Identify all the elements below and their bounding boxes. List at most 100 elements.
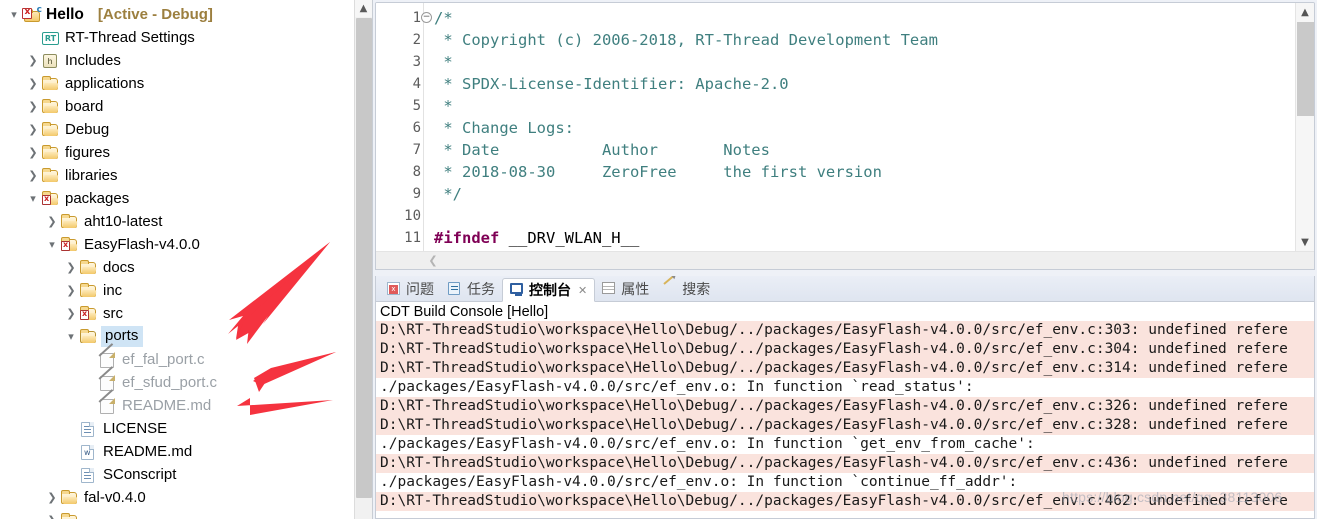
console-error-line[interactable]: D:\RT-ThreadStudio\workspace\Hello\Debug… xyxy=(376,340,1314,359)
chevron-right-icon[interactable]: ❯ xyxy=(25,124,41,135)
chevron-right-icon[interactable]: ❯ xyxy=(25,170,41,181)
line-number-text: 10 xyxy=(404,208,421,224)
console-line[interactable]: ./packages/EasyFlash-v4.0.0/src/ef_env.o… xyxy=(376,473,1314,492)
chevron-right-icon[interactable]: ❯ xyxy=(25,55,41,66)
tree-item-easyflash-v4-0-0[interactable]: ▾ EasyFlash-v4.0.0 xyxy=(0,233,348,256)
code-line[interactable]: * xyxy=(434,95,1295,117)
tree-item-label: Includes xyxy=(65,51,121,69)
tree-item-src[interactable]: ❯ src xyxy=(0,302,348,325)
tree-item-hello[interactable]: ▾cHello [Active - Debug] xyxy=(0,3,348,26)
code-line[interactable]: * Copyright (c) 2006-2018, RT-Thread Dev… xyxy=(434,29,1295,51)
chevron-down-icon[interactable]: ▾ xyxy=(63,331,79,342)
chevron-right-icon[interactable]: ❯ xyxy=(25,101,41,112)
tree-item-debug[interactable]: ❯ Debug xyxy=(0,118,348,141)
chevron-right-icon[interactable]: ❯ xyxy=(44,492,60,503)
console-error-line[interactable]: D:\RT-ThreadStudio\workspace\Hello\Debug… xyxy=(376,492,1314,511)
console-error-line[interactable]: D:\RT-ThreadStudio\workspace\Hello\Debug… xyxy=(376,454,1314,473)
line-number-text: 9 xyxy=(412,186,421,202)
tree-item-readme-md[interactable]: w README.md xyxy=(0,440,348,463)
chevron-down-icon[interactable]: ▾ xyxy=(44,239,60,250)
tree-item-ef-fal-port-c[interactable]: ef_fal_port.c xyxy=(0,348,348,371)
tree-item-includes[interactable]: ❯ h Includes xyxy=(0,49,348,72)
chevron-right-icon[interactable]: ❯ xyxy=(63,262,79,273)
tab-console[interactable]: 控制台 ✕ xyxy=(502,278,596,302)
explorer-scrollbar[interactable]: ▲ xyxy=(354,0,372,519)
console-error-line[interactable]: D:\RT-ThreadStudio\workspace\Hello\Debug… xyxy=(376,397,1314,416)
code-line[interactable]: * SPDX-License-Identifier: Apache-2.0 xyxy=(434,73,1295,95)
chevron-down-icon[interactable]: ▾ xyxy=(6,9,22,20)
bottom-view-panel[interactable]: 问题 任务 控制台 ✕ 属性 搜索 CDT Build Console [Hello] D… xyxy=(375,276,1315,519)
tree-item-figures[interactable]: ❯ figures xyxy=(0,141,348,164)
tree-item-row-22[interactable]: ❯ xyxy=(0,509,348,519)
editor-code-area[interactable]: /* * Copyright (c) 2006-2018, RT-Thread … xyxy=(424,3,1295,251)
folder-icon xyxy=(42,121,58,136)
code-line[interactable] xyxy=(434,205,1295,227)
tree-item-applications[interactable]: ❯ applications xyxy=(0,72,348,95)
bottom-view-tabbar[interactable]: 问题 任务 控制台 ✕ 属性 搜索 xyxy=(376,276,1314,302)
tree-item-ef-sfud-port-c[interactable]: ef_sfud_port.c xyxy=(0,371,348,394)
search-icon xyxy=(663,276,678,296)
chevron-right-icon[interactable]: ❯ xyxy=(63,285,79,296)
chevron-down-icon[interactable]: ▾ xyxy=(25,193,41,204)
chevron-right-icon[interactable]: ❯ xyxy=(44,216,60,227)
chevron-right-icon[interactable]: ❯ xyxy=(44,515,60,519)
code-line[interactable]: /* xyxy=(434,7,1295,29)
tab-properties[interactable]: 属性 xyxy=(595,277,656,301)
scroll-up-icon[interactable]: ▲ xyxy=(355,0,372,17)
project-tree[interactable]: ▾cHello[Active - Debug]RTRT-Thread Setti… xyxy=(0,0,348,519)
console-error-line[interactable]: D:\RT-ThreadStudio\workspace\Hello\Debug… xyxy=(376,359,1314,378)
console-icon xyxy=(510,283,525,297)
tree-item-ports[interactable]: ▾ ports xyxy=(0,325,348,348)
tree-item-docs[interactable]: ❯ docs xyxy=(0,256,348,279)
editor-scroll-down-icon[interactable]: ▼ xyxy=(1296,233,1314,251)
editor-vertical-scrollbar[interactable]: ▲ ▼ xyxy=(1295,3,1314,251)
folder-source-icon xyxy=(79,328,99,346)
folder-package-icon xyxy=(41,190,61,208)
tree-item-aht10-latest[interactable]: ❯ aht10-latest xyxy=(0,210,348,233)
tree-item-packages[interactable]: ▾ packages xyxy=(0,187,348,210)
line-number: 5 xyxy=(376,95,423,117)
tree-item-label: RT-Thread Settings xyxy=(65,28,195,46)
tree-item-fal-v0-4-0[interactable]: ❯ fal-v0.4.0 xyxy=(0,486,348,509)
tab-problems[interactable]: 问题 xyxy=(380,277,441,301)
tree-item-libraries[interactable]: ❯ libraries xyxy=(0,164,348,187)
tree-item-inc[interactable]: ❯ inc xyxy=(0,279,348,302)
tree-item-label: src xyxy=(103,304,123,322)
chevron-right-icon[interactable]: ❯ xyxy=(63,308,79,319)
code-line[interactable]: */ xyxy=(434,183,1295,205)
console-line[interactable]: ./packages/EasyFlash-v4.0.0/src/ef_env.o… xyxy=(376,435,1314,454)
editor-scroll-thumb[interactable] xyxy=(1297,22,1314,116)
tree-item-license[interactable]: LICENSE xyxy=(0,417,348,440)
console-error-line[interactable]: D:\RT-ThreadStudio\workspace\Hello\Debug… xyxy=(376,321,1314,340)
console-line[interactable]: ./packages/EasyFlash-v4.0.0/src/ef_env.o… xyxy=(376,378,1314,397)
code-editor[interactable]: 1−2 3 4 5 6 7 8 9 10 11 /* * Copyright (c) 2006-2… xyxy=(376,3,1295,251)
tab-tasks[interactable]: 任务 xyxy=(441,277,502,301)
console-output[interactable]: D:\RT-ThreadStudio\workspace\Hello\Debug… xyxy=(376,321,1314,518)
editor-horizontal-scrollbar[interactable]: ❮ xyxy=(376,251,1314,269)
tree-item-label: ef_fal_port.c xyxy=(122,350,205,368)
code-line[interactable]: * Change Logs: xyxy=(434,117,1295,139)
close-icon[interactable]: ✕ xyxy=(578,284,587,297)
code-line[interactable]: * Date Author Notes xyxy=(434,139,1295,161)
editor-scroll-left-icon[interactable]: ❮ xyxy=(424,254,442,267)
tree-item-label: Hello xyxy=(46,5,84,23)
code-editor-panel[interactable]: 1−2 3 4 5 6 7 8 9 10 11 /* * Copyright (c) 2006-2… xyxy=(375,2,1315,270)
code-line[interactable]: #ifndef __DRV_WLAN_H__ xyxy=(434,227,1295,249)
fold-collapse-icon[interactable]: − xyxy=(421,12,432,23)
editor-scroll-up-icon[interactable]: ▲ xyxy=(1296,3,1314,21)
chevron-right-icon[interactable]: ❯ xyxy=(25,147,41,158)
folder-icon xyxy=(41,98,61,116)
console-error-line[interactable]: D:\RT-ThreadStudio\workspace\Hello\Debug… xyxy=(376,416,1314,435)
code-line[interactable]: * 2018-08-30 ZeroFree the first version xyxy=(434,161,1295,183)
chevron-right-icon[interactable]: ❯ xyxy=(25,78,41,89)
tree-item-sconscript[interactable]: SConscript xyxy=(0,463,348,486)
tree-item-label: libraries xyxy=(65,166,118,184)
line-number-text: 6 xyxy=(412,120,421,136)
tab-search[interactable]: 搜索 xyxy=(656,276,717,301)
explorer-scroll-thumb[interactable] xyxy=(356,18,372,498)
tree-item-board[interactable]: ❯ board xyxy=(0,95,348,118)
tree-item-readme-md[interactable]: README.md xyxy=(0,394,348,417)
project-explorer-panel[interactable]: ▾cHello[Active - Debug]RTRT-Thread Setti… xyxy=(0,0,373,519)
code-line[interactable]: * xyxy=(434,51,1295,73)
tree-item-rt-thread-settings[interactable]: RT RT-Thread Settings xyxy=(0,26,348,49)
